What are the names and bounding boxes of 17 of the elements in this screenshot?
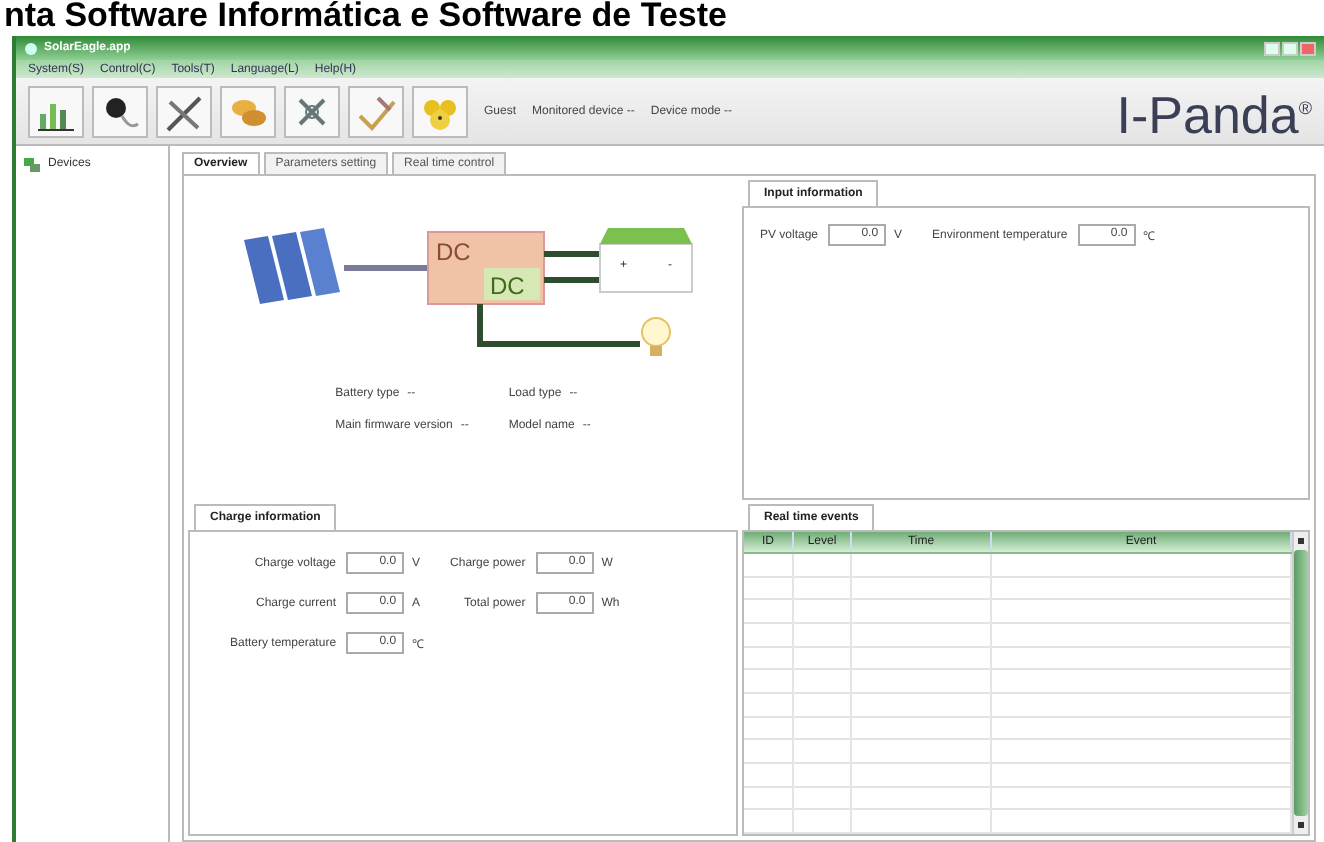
minimize-button[interactable] (1264, 41, 1280, 55)
maximize-button[interactable] (1282, 41, 1298, 55)
wire (343, 265, 427, 271)
close-button[interactable] (1300, 41, 1316, 55)
logo: I-Panda$^{®}$ (1116, 82, 1312, 143)
converter-label: DC (489, 272, 524, 300)
app-icon (24, 41, 38, 55)
toolbar-button[interactable] (28, 85, 84, 137)
light-bulb-icon (640, 317, 670, 356)
scrollbar[interactable] (1292, 532, 1308, 834)
devices-icon (24, 156, 40, 172)
converter-label: DC (435, 238, 470, 266)
toolbar-button[interactable] (156, 85, 212, 137)
toolbar-button[interactable] (92, 85, 148, 137)
page-headline: nta Software Informática e Software de Teste (2, 0, 729, 36)
wire (543, 251, 599, 283)
solar-panel-icon (243, 228, 339, 304)
